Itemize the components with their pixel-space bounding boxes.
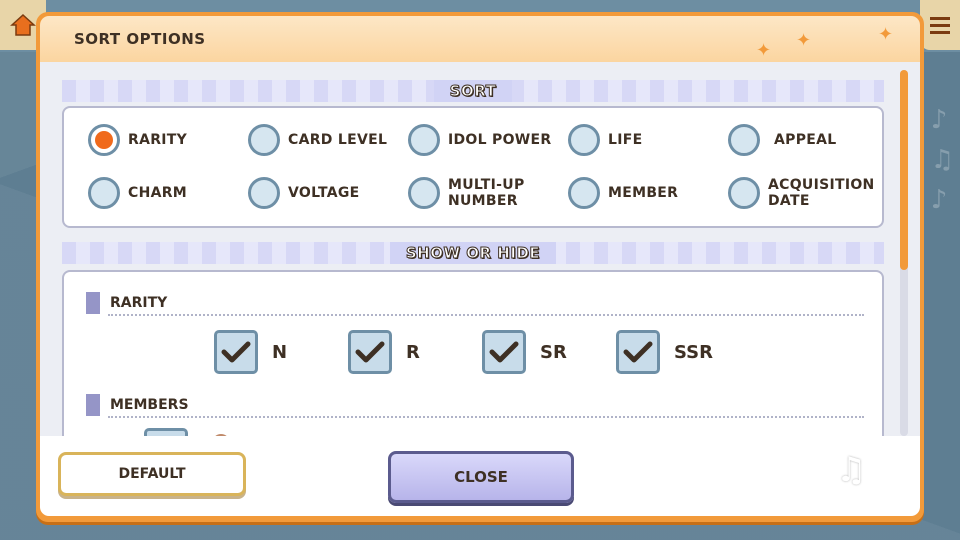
radio-button[interactable] (728, 124, 760, 156)
divider (108, 416, 864, 418)
scrollbar[interactable] (900, 70, 908, 436)
sort-option-label: RARITY (128, 132, 188, 148)
rarity-group-title: RARITY (110, 295, 168, 311)
radio-button[interactable] (88, 177, 120, 209)
radio-button[interactable] (568, 177, 600, 209)
dialog-body: SORT RARITY CARD LEVEL IDOL POWER LIFE A… (40, 62, 920, 516)
checkmark-icon (489, 341, 519, 363)
default-button-label: DEFAULT (118, 466, 186, 482)
scroll-content[interactable]: SORT RARITY CARD LEVEL IDOL POWER LIFE A… (40, 62, 920, 436)
sort-option-rarity[interactable]: RARITY (88, 124, 187, 156)
checkmark-icon (221, 341, 251, 363)
radio-button[interactable] (568, 124, 600, 156)
radio-button-selected[interactable] (88, 124, 120, 156)
members-group-title: MEMBERS (110, 397, 189, 413)
sort-option-label: VOLTAGE (288, 185, 360, 201)
sort-option-life[interactable]: LIFE (568, 124, 642, 156)
default-button[interactable]: DEFAULT (58, 452, 246, 496)
show-hide-section-header: SHOW OR HIDE (62, 242, 884, 264)
rarity-filter-label: SR (540, 341, 567, 363)
sort-section-header: SORT (62, 80, 884, 102)
sort-section-title: SORT (433, 80, 513, 102)
rarity-filter-r[interactable]: R (348, 330, 420, 374)
radio-button[interactable] (728, 177, 760, 209)
sort-option-label: CHARM (128, 185, 188, 201)
radio-button[interactable] (248, 177, 280, 209)
radio-button[interactable] (408, 124, 440, 156)
sort-option-label: MEMBER (608, 185, 679, 201)
members-group-label: MEMBERS (86, 394, 189, 416)
group-marker (86, 394, 100, 416)
close-button-label: CLOSE (454, 468, 508, 486)
sort-options-panel: RARITY CARD LEVEL IDOL POWER LIFE APPEAL (62, 106, 884, 228)
menu-button[interactable] (920, 0, 960, 50)
sort-options-dialog: SORT OPTIONS ✦ ✦ ✦ SORT RARITY CARD LEVE… (36, 12, 924, 522)
close-button[interactable]: CLOSE (388, 451, 574, 503)
scrollbar-thumb[interactable] (900, 70, 908, 270)
sort-option-idol-power[interactable]: IDOL POWER (408, 124, 551, 156)
radio-dot (95, 131, 113, 149)
sort-option-label: APPEAL (774, 132, 837, 148)
sort-option-label: LIFE (608, 132, 643, 148)
home-icon (10, 13, 36, 36)
sort-option-label: ACQUISITION DATE (768, 177, 875, 209)
sort-option-card-level[interactable]: CARD LEVEL (248, 124, 387, 156)
sort-option-label: MULTI-UP NUMBER (448, 177, 525, 209)
radio-button[interactable] (408, 177, 440, 209)
sort-option-acquisition-date[interactable]: ACQUISITION DATE (728, 177, 875, 209)
sort-option-appeal[interactable]: APPEAL (728, 124, 836, 156)
rarity-filter-label: N (272, 341, 288, 363)
dialog-title: SORT OPTIONS (74, 30, 206, 48)
checkmark-icon (355, 341, 385, 363)
rarity-filter-sr[interactable]: SR (482, 330, 567, 374)
checkbox-checked[interactable] (214, 330, 258, 374)
sort-option-charm[interactable]: CHARM (88, 177, 187, 209)
rarity-filter-n[interactable]: N (214, 330, 287, 374)
rarity-filter-label: R (406, 341, 420, 363)
rarity-group-label: RARITY (86, 292, 167, 314)
group-marker (86, 292, 100, 314)
sort-option-multi-up-number[interactable]: MULTI-UP NUMBER (408, 177, 525, 209)
checkbox-checked[interactable] (482, 330, 526, 374)
sort-option-label: IDOL POWER (448, 132, 552, 148)
sparkle-icon: ✦ (796, 30, 812, 51)
sort-option-member[interactable]: MEMBER (568, 177, 678, 209)
member-checkbox-partial[interactable] (144, 428, 188, 436)
sort-option-label: CARD LEVEL (288, 132, 388, 148)
show-hide-section-title: SHOW OR HIDE (389, 242, 557, 264)
divider (108, 314, 864, 316)
show-hide-panel: RARITY N R SR SSR MEMBERS (62, 270, 884, 436)
sparkle-icon: ✦ (878, 24, 894, 45)
background-notes-decoration: ♪ ♫ ♪ (930, 105, 954, 215)
dialog-header: SORT OPTIONS ✦ ✦ ✦ (40, 16, 920, 62)
checkbox-checked[interactable] (616, 330, 660, 374)
sort-option-voltage[interactable]: VOLTAGE (248, 177, 360, 209)
music-notes-icon: ♫ (836, 450, 867, 490)
checkbox-checked[interactable] (348, 330, 392, 374)
sparkle-icon: ✦ (756, 40, 772, 61)
rarity-filter-ssr[interactable]: SSR (616, 330, 713, 374)
menu-icon (930, 17, 950, 34)
radio-button[interactable] (248, 124, 280, 156)
checkmark-icon (623, 341, 653, 363)
rarity-filter-label: SSR (674, 341, 713, 363)
member-icon (212, 434, 230, 436)
